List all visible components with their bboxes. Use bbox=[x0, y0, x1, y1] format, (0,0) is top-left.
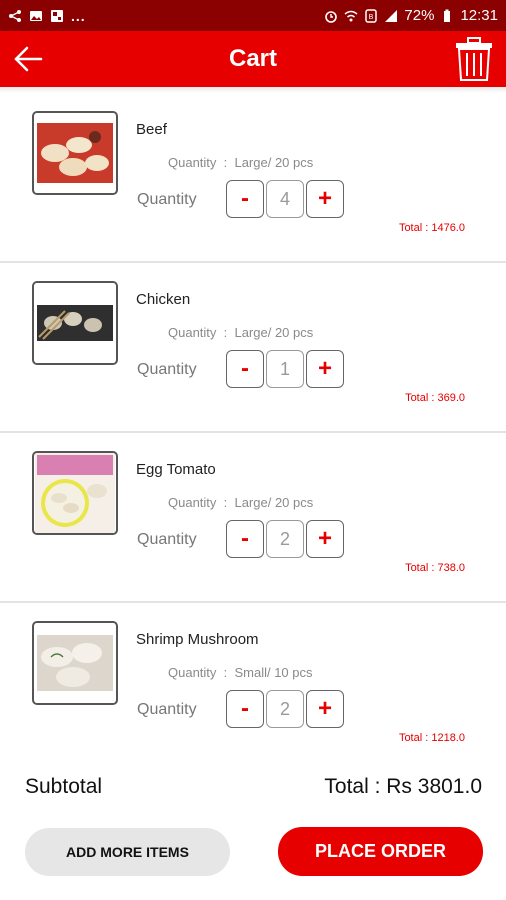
quantity-label: Quantity bbox=[137, 361, 197, 378]
back-button[interactable] bbox=[12, 43, 44, 75]
alarm-icon bbox=[324, 9, 338, 23]
status-bar: ... B 72% 12:31 bbox=[0, 0, 506, 31]
decrement-button[interactable]: - bbox=[226, 520, 264, 558]
signal-icon bbox=[384, 9, 398, 23]
quantity-stepper: - 2 + bbox=[226, 520, 344, 558]
quantity-value: 4 bbox=[266, 180, 304, 218]
quantity-stepper: - 2 + bbox=[226, 690, 344, 728]
trash-icon bbox=[456, 37, 492, 81]
page-title: Cart bbox=[228, 45, 277, 72]
quantity-value: 1 bbox=[266, 350, 304, 388]
increment-button[interactable]: + bbox=[306, 520, 344, 558]
item-size: Quantity : Small/ 10 pcs bbox=[168, 665, 313, 680]
quantity-stepper: - 1 + bbox=[226, 350, 344, 388]
quantity-label: Quantity bbox=[137, 531, 197, 548]
item-name: Egg Tomato bbox=[136, 461, 216, 478]
clear-cart-button[interactable] bbox=[454, 36, 494, 82]
status-right: B 72% 12:31 bbox=[324, 7, 498, 24]
grand-total: Total : Rs 3801.0 bbox=[324, 775, 482, 798]
item-total: Total : 1476.0 bbox=[398, 222, 465, 234]
cart-item-beef: Beef Quantity : Large/ 20 pcs Quantity -… bbox=[0, 93, 506, 263]
increment-button[interactable]: + bbox=[306, 350, 344, 388]
item-name: Beef bbox=[136, 121, 167, 138]
quantity-stepper: - 4 + bbox=[226, 180, 344, 218]
quantity-label: Quantity bbox=[137, 191, 197, 208]
product-image-egg-tomato bbox=[32, 451, 118, 535]
cart-item-egg-tomato: Egg Tomato Quantity : Large/ 20 pcs Quan… bbox=[0, 433, 506, 603]
product-image-chicken bbox=[32, 281, 118, 365]
quantity-value: 2 bbox=[266, 690, 304, 728]
arrow-left-icon bbox=[14, 46, 43, 72]
gallery-icon bbox=[50, 9, 64, 23]
cart-item-shrimp-mushroom: Shrimp Mushroom Quantity : Small/ 10 pcs… bbox=[0, 603, 506, 773]
product-image-beef bbox=[32, 111, 118, 195]
item-size: Quantity : Large/ 20 pcs bbox=[168, 495, 314, 510]
increment-button[interactable]: + bbox=[306, 180, 344, 218]
share-icon bbox=[8, 9, 22, 23]
app-bar: Cart bbox=[0, 31, 506, 87]
item-name: Chicken bbox=[136, 291, 191, 308]
place-order-button[interactable]: PLACE ORDER bbox=[278, 827, 483, 876]
cart-screen: ... B 72% 12:31 Cart Beef Quantity: Lar… bbox=[0, 0, 506, 900]
notification-overflow: ... bbox=[71, 7, 86, 24]
battery-percent: 72% bbox=[404, 7, 435, 24]
subtotal-row: Subtotal Total : Rs 3801.0 bbox=[0, 775, 506, 805]
status-left: ... bbox=[8, 8, 86, 24]
add-more-items-button[interactable]: ADD MORE ITEMS bbox=[25, 828, 230, 876]
quantity-label: Quantity bbox=[137, 701, 197, 718]
decrement-button[interactable]: - bbox=[226, 690, 264, 728]
item-size: Quantity : Large/ 20 pcs bbox=[168, 155, 314, 170]
item-size: Quantity : Large/ 20 pcs bbox=[168, 325, 314, 340]
svg-text:B: B bbox=[369, 14, 374, 21]
increment-button[interactable]: + bbox=[306, 690, 344, 728]
cart-item-chicken: Chicken Quantity : Large/ 20 pcs Quantit… bbox=[0, 263, 506, 433]
cart-list: Beef Quantity : Large/ 20 pcs Quantity -… bbox=[0, 93, 506, 773]
quantity-value: 2 bbox=[266, 520, 304, 558]
photo-icon bbox=[29, 9, 43, 23]
product-image-shrimp-mushroom bbox=[32, 621, 118, 705]
data-saver-icon: B bbox=[364, 8, 378, 23]
item-total: Total : 369.0 bbox=[405, 392, 465, 404]
subtotal-label: Subtotal bbox=[25, 775, 103, 798]
decrement-button[interactable]: - bbox=[226, 180, 264, 218]
item-total: Total : 738.0 bbox=[405, 562, 465, 574]
battery-icon bbox=[440, 9, 454, 23]
item-total: Total : 1218.0 bbox=[398, 732, 465, 744]
clock: 12:31 bbox=[460, 7, 498, 24]
decrement-button[interactable]: - bbox=[226, 350, 264, 388]
item-name: Shrimp Mushroom bbox=[136, 631, 259, 648]
wifi-icon bbox=[344, 9, 358, 23]
